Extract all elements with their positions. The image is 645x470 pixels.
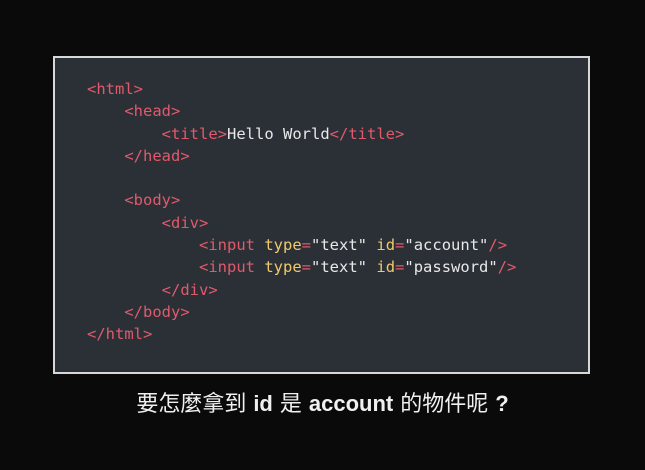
code-token-bracket: </ [161, 280, 181, 299]
caption-text-2: 是 [272, 392, 309, 417]
code-token-bracket: = [301, 236, 312, 255]
code-line: <html> [87, 78, 516, 100]
code-token-value: "account" [404, 236, 489, 255]
code-token-bracket: /> [488, 236, 508, 255]
code-line: <head> [87, 100, 516, 122]
code-token-value: "password" [404, 258, 498, 277]
code-line: </body> [87, 301, 516, 323]
code-token-bracket: /> [497, 258, 517, 277]
code-line: <body> [87, 189, 516, 211]
code-token-bracket: > [395, 124, 405, 143]
code-token-tag: title [348, 124, 396, 143]
code-line: </div> [87, 279, 516, 301]
code-token-attr: id [376, 258, 396, 277]
code-token-bracket: > [133, 80, 144, 98]
html-code-block: <html> <head> <title>Hello World</title>… [87, 78, 516, 346]
code-token-tag: title [171, 124, 218, 143]
code-token-tag: head [143, 146, 181, 165]
code-token-bracket: < [124, 191, 134, 210]
code-token-bracket: < [124, 102, 134, 121]
caption-text-3: 的物件呢 [393, 392, 496, 417]
code-token-bracket: </ [87, 325, 106, 344]
code-token-tag: body [133, 191, 171, 210]
code-token-tag: div [171, 213, 199, 232]
code-snippet-panel: <html> <head> <title>Hello World</title>… [53, 56, 590, 374]
question-caption: 要怎麼拿到 id 是 account 的物件呢 ? [0, 388, 645, 421]
code-token-tag: html [105, 325, 143, 344]
code-line: <input type="text" id="account"/> [87, 234, 516, 256]
code-token-bracket: > [171, 102, 181, 121]
code-token-attr: type [264, 236, 302, 255]
code-token-bracket: < [161, 213, 171, 232]
code-token-tag: body [143, 302, 181, 321]
code-token-tag: input [208, 258, 255, 277]
code-token-bracket: </ [124, 146, 143, 165]
code-token-bracket: < [198, 236, 209, 255]
code-token-tag: input [208, 236, 255, 255]
code-token-bracket: = [395, 236, 405, 255]
code-token-bracket: = [301, 258, 312, 277]
code-token-bracket: > [143, 325, 153, 344]
code-line: <input type="text" id="password"/> [87, 256, 516, 278]
code-token-bracket: < [198, 258, 209, 277]
code-token-bracket: </ [124, 302, 143, 321]
code-line: <title>Hello World</title> [87, 123, 516, 145]
code-token-tag: html [96, 80, 134, 98]
code-line: </head> [87, 145, 516, 167]
caption-keyword-id: id [253, 391, 273, 416]
code-line: <div> [87, 212, 516, 234]
caption-question-mark: ? [495, 391, 509, 416]
caption-text-1: 要怎麼拿到 [136, 392, 254, 417]
code-token-bracket: </ [329, 124, 349, 143]
code-token-bracket: = [395, 258, 405, 277]
code-token-value: "text" [311, 236, 368, 255]
code-token-value: "text" [311, 258, 368, 277]
code-token-bracket: < [87, 80, 97, 98]
code-token-tag: div [180, 280, 209, 299]
code-token-attr: type [264, 258, 302, 277]
code-token-bracket: > [171, 191, 181, 210]
code-token-bracket: > [180, 146, 190, 165]
code-token-text: Hello World [227, 124, 330, 143]
code-token-bracket: > [180, 302, 190, 321]
code-token-bracket: > [217, 124, 228, 143]
code-token-tag: head [133, 102, 171, 121]
code-token-bracket: < [161, 124, 171, 143]
code-line: </html> [87, 323, 516, 345]
code-token-bracket: > [199, 213, 209, 232]
code-token-attr: id [376, 236, 396, 255]
code-token-bracket: > [208, 280, 218, 299]
caption-keyword-account: account [308, 391, 394, 416]
